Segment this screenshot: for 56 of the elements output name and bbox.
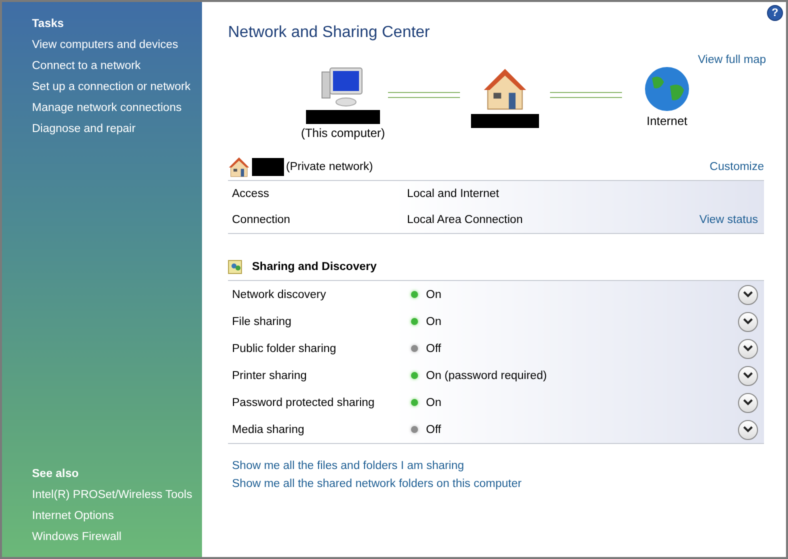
setting-label: Network discovery [232,288,327,300]
network-type: (Private network) [286,161,373,173]
chevron-down-icon [743,426,753,433]
expand-button[interactable] [738,338,758,358]
redaction-block [471,114,539,128]
row-value: Local Area Connection [407,214,523,226]
sidebar-heading: See also [32,468,80,480]
section-heading: Sharing and Discovery [252,261,377,273]
status-text: Off [426,424,442,436]
house-icon [482,66,528,112]
status-text: Off [426,342,442,354]
see-also-link[interactable]: Intel(R) PROSet/Wireless Tools [32,489,202,501]
see-also-link[interactable]: Internet Options [32,510,202,522]
sharing-link[interactable]: Show me all the shared network folders on this computer [232,478,522,490]
expand-button[interactable] [738,420,758,440]
node-label: Internet [646,114,688,128]
people-icon [228,260,242,274]
chevron-down-icon [743,318,753,325]
view-status-link[interactable]: View status [699,214,758,226]
status-text: On [426,396,442,408]
chevron-down-icon [743,291,753,298]
setting-label: Media sharing [232,424,306,436]
sharing-link[interactable]: Show me all the files and folders I am sharing [232,460,464,472]
chevron-down-icon [743,399,753,406]
row-label: Connection [232,214,292,226]
setting-label: Printer sharing [232,370,308,382]
row-label: Access [232,188,270,200]
status-text: On [426,316,442,328]
expand-button[interactable] [738,392,758,412]
house-icon [228,156,250,178]
connection-line [388,92,460,98]
chevron-down-icon [743,345,753,352]
connection-line [550,92,622,98]
task-link[interactable]: Diagnose and repair [32,123,202,135]
sidebar-heading: Tasks [32,18,65,30]
task-link[interactable]: Connect to a network [32,60,202,72]
chevron-down-icon [743,372,753,379]
expand-button[interactable] [738,312,758,332]
customize-link[interactable]: Customize [710,161,764,173]
setting-label: Public folder sharing [232,342,338,354]
expand-button[interactable] [738,284,758,304]
expand-button[interactable] [738,366,758,386]
task-link[interactable]: Set up a connection or network [32,81,202,93]
setting-label: File sharing [232,316,292,328]
status-text: On (password required) [426,370,547,382]
globe-icon [644,66,690,112]
setting-label: Password protected sharing [232,396,376,408]
status-text: On [426,288,442,300]
node-label: (This computer) [300,126,386,140]
redaction-block [252,158,284,176]
task-link[interactable]: View computers and devices [32,39,202,51]
task-link[interactable]: Manage network connections [32,102,202,114]
view-full-map-link[interactable]: View full map [698,54,766,66]
page-title: Network and Sharing Center [228,24,430,42]
help-button[interactable]: ? [767,5,783,21]
row-value: Local and Internet [407,188,500,200]
